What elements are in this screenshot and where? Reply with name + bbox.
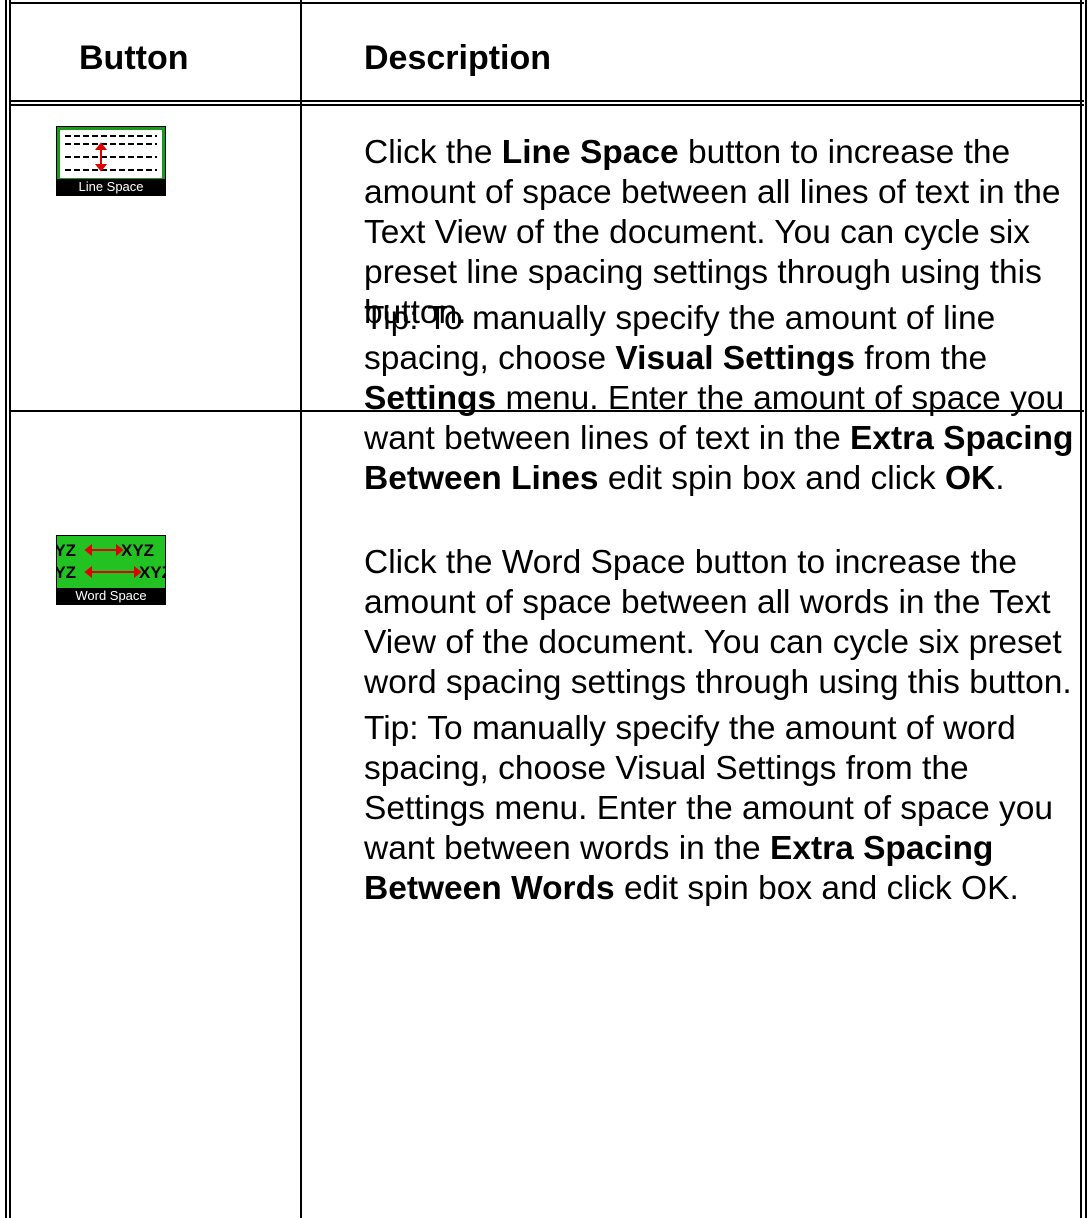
help-table: Button Description Line Space XYZ: [0, 0, 1090, 1218]
header-divider: [9, 100, 1084, 102]
word-space-icon-letters-1: XYZ: [57, 541, 76, 560]
line-space-icon-label: Line Space: [78, 179, 143, 194]
word-space-description: Click the Word Space button to increase …: [364, 543, 1076, 703]
text-run: from the: [854, 340, 988, 377]
line-space-icon: Line Space: [56, 126, 166, 196]
word-space-icon-letters-2: XYZ: [121, 541, 154, 560]
table-border-right-outer: [1085, 0, 1087, 1218]
column-header-description: Description: [364, 39, 552, 77]
emphasized-term: Line Space: [501, 134, 679, 171]
column-divider: [300, 0, 302, 1218]
table-border-right-inner: [1080, 0, 1082, 1218]
word-space-icon: XYZ XYZ XYZ XYZ Word Space: [43, 535, 172, 605]
emphasized-term: OK: [944, 460, 996, 497]
line-space-tip: Tip: To manually specify the amount of l…: [364, 299, 1076, 499]
word-space-tip: Tip: To manually specify the amount of w…: [364, 709, 1076, 909]
word-space-icon-letters-4: XYZ: [139, 563, 165, 582]
word-space-icon-letters-3: XYZ: [57, 563, 76, 582]
table-border-left-inner: [9, 0, 11, 1218]
emphasized-term: Settings: [364, 380, 497, 417]
text-run: Click the: [364, 134, 502, 171]
emphasized-term: Visual Settings: [615, 340, 855, 377]
table-border-top: [9, 2, 1084, 4]
text-run: Click the Word Space button to increase …: [364, 544, 1072, 701]
header-divider-second: [9, 104, 1084, 106]
column-header-button: Button: [79, 39, 189, 77]
text-run: edit spin box and click: [598, 460, 945, 497]
table-border-left-outer: [5, 0, 7, 1218]
text-run: .: [995, 460, 1005, 497]
word-space-icon-label: Word Space: [75, 588, 146, 603]
text-run: edit spin box and click OK.: [614, 870, 1019, 907]
